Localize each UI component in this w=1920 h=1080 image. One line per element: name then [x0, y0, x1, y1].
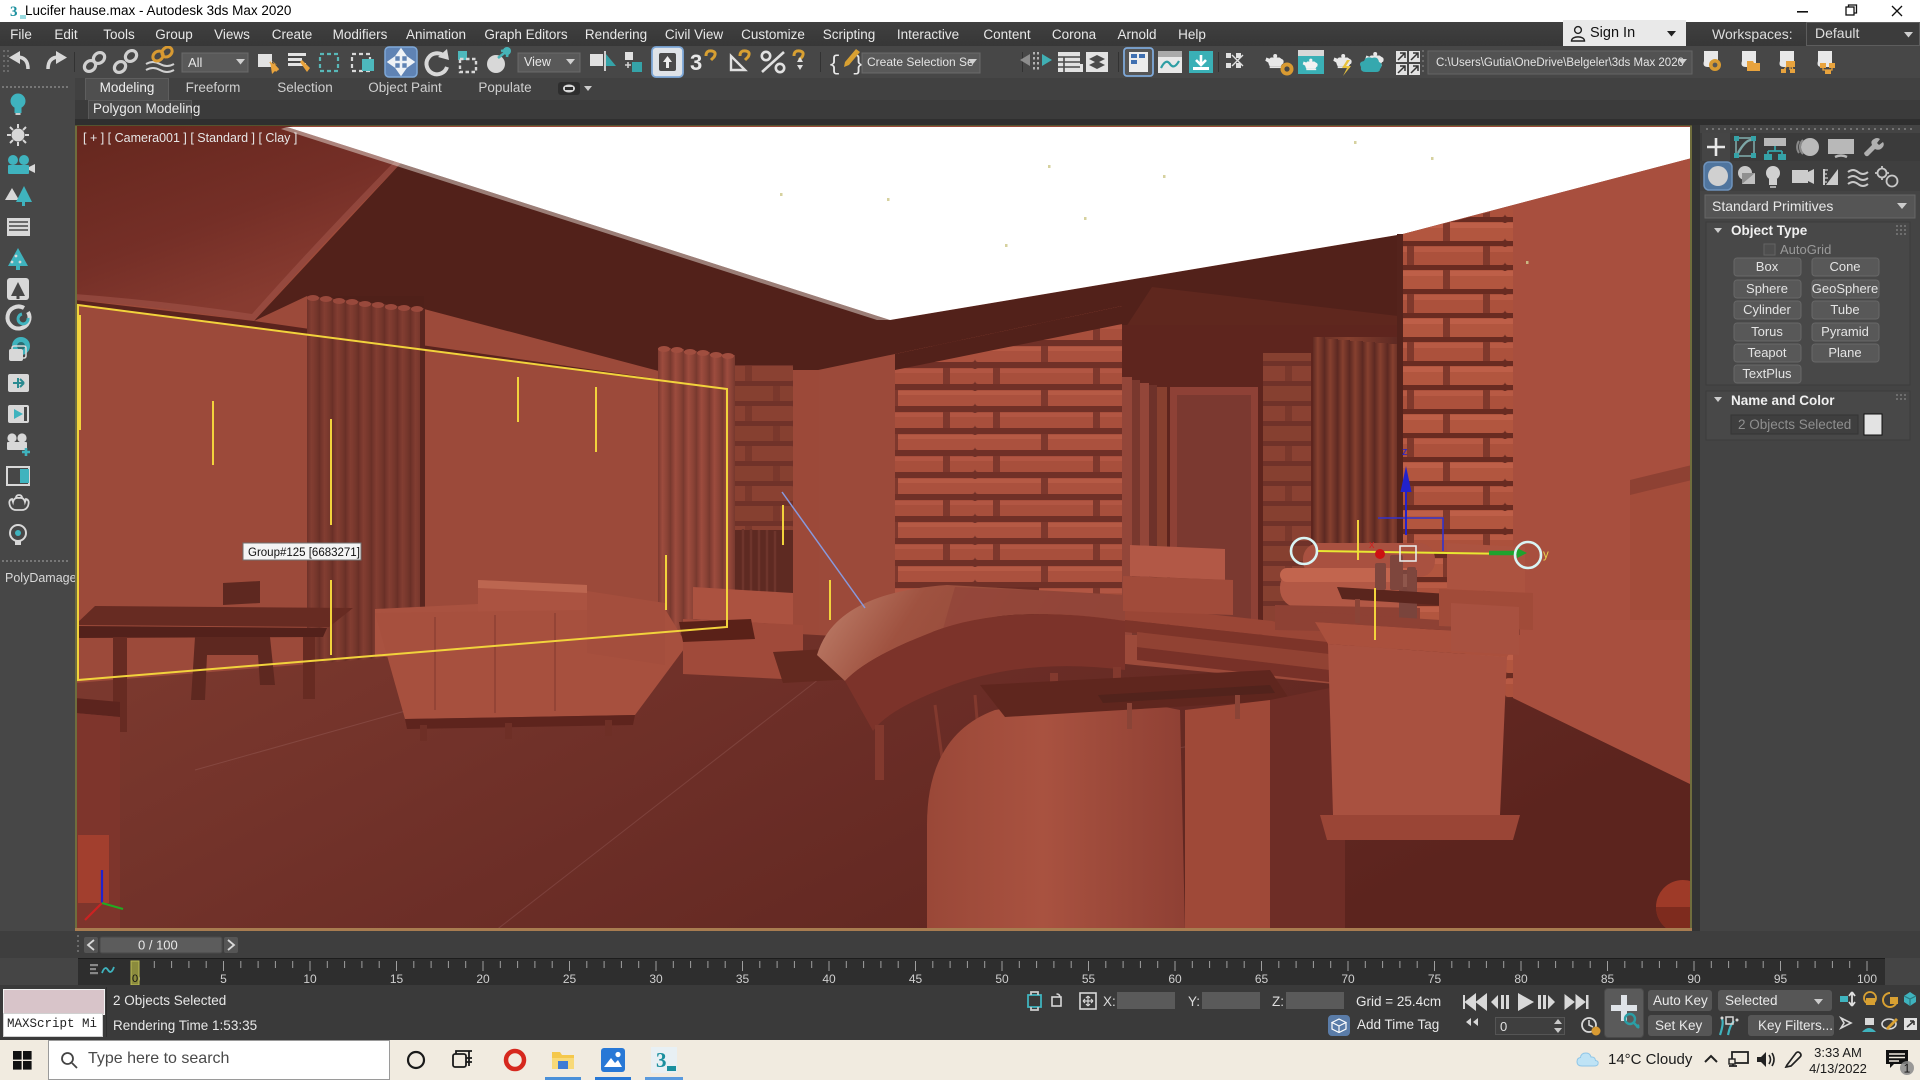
- svg-text:0 / 100: 0 / 100: [138, 938, 178, 953]
- svg-text:60: 60: [1168, 972, 1182, 986]
- svg-text:AutoGrid: AutoGrid: [1780, 242, 1831, 257]
- svg-text:35: 35: [736, 972, 750, 986]
- svg-text:Cone: Cone: [1829, 259, 1860, 274]
- svg-text:2 Objects Selected: 2 Objects Selected: [1738, 417, 1851, 432]
- svg-text:Torus: Torus: [1751, 324, 1783, 339]
- svg-text:20: 20: [476, 972, 490, 986]
- svg-text:3: 3: [656, 1048, 667, 1072]
- svg-text:55: 55: [1082, 972, 1096, 986]
- svg-text:85: 85: [1601, 972, 1615, 986]
- svg-text:C:\Users\Gutia\OneDrive\Belgel: C:\Users\Gutia\OneDrive\Belgeler\3ds Max…: [1436, 57, 1684, 69]
- svg-text:70: 70: [1341, 972, 1355, 986]
- svg-text:45: 45: [909, 972, 923, 986]
- svg-text:65: 65: [1255, 972, 1269, 986]
- svg-text:15: 15: [390, 972, 404, 986]
- svg-text:100: 100: [1857, 972, 1877, 986]
- svg-text:Box: Box: [1756, 259, 1779, 274]
- svg-text:Sphere: Sphere: [1746, 281, 1788, 296]
- svg-text:10: 10: [303, 972, 317, 986]
- svg-text:All: All: [188, 55, 203, 70]
- svg-text:3: 3: [10, 4, 18, 20]
- svg-text:80: 80: [1514, 972, 1528, 986]
- svg-text:Teapot: Teapot: [1747, 345, 1786, 360]
- svg-text:PolyDamage: PolyDamage: [5, 571, 75, 585]
- svg-text:TextPlus: TextPlus: [1742, 366, 1792, 381]
- svg-text:Create Selection Se: Create Selection Se: [867, 55, 974, 69]
- svg-text:50: 50: [995, 972, 1009, 986]
- svg-text:Object Type: Object Type: [1731, 223, 1808, 238]
- svg-text:1: 1: [1904, 1062, 1911, 1076]
- svg-text:Standard Primitives: Standard Primitives: [1712, 198, 1833, 214]
- svg-text:Cylinder: Cylinder: [1743, 302, 1791, 317]
- svg-text:Pyramid: Pyramid: [1821, 324, 1869, 339]
- svg-text:75: 75: [1428, 972, 1442, 986]
- svg-text:x: x: [1369, 539, 1375, 551]
- svg-text:5: 5: [220, 972, 227, 986]
- svg-text:View: View: [524, 55, 552, 69]
- svg-text:3: 3: [690, 50, 702, 75]
- svg-text:Group#125 [6683271]: Group#125 [6683271]: [248, 547, 360, 559]
- svg-text:25: 25: [563, 972, 577, 986]
- svg-text:y: y: [1543, 549, 1549, 561]
- svg-text:Name and Color: Name and Color: [1731, 393, 1835, 408]
- svg-text:0: 0: [132, 973, 138, 985]
- svg-text:30: 30: [649, 972, 663, 986]
- svg-text:Tube: Tube: [1830, 302, 1859, 317]
- svg-text:95: 95: [1774, 972, 1788, 986]
- svg-text:Plane: Plane: [1828, 345, 1861, 360]
- svg-text:90: 90: [1687, 972, 1701, 986]
- svg-text:z: z: [1402, 446, 1408, 458]
- svg-text:{: {: [828, 54, 841, 77]
- svg-text:GeoSphere: GeoSphere: [1812, 281, 1879, 296]
- svg-text:40: 40: [822, 972, 836, 986]
